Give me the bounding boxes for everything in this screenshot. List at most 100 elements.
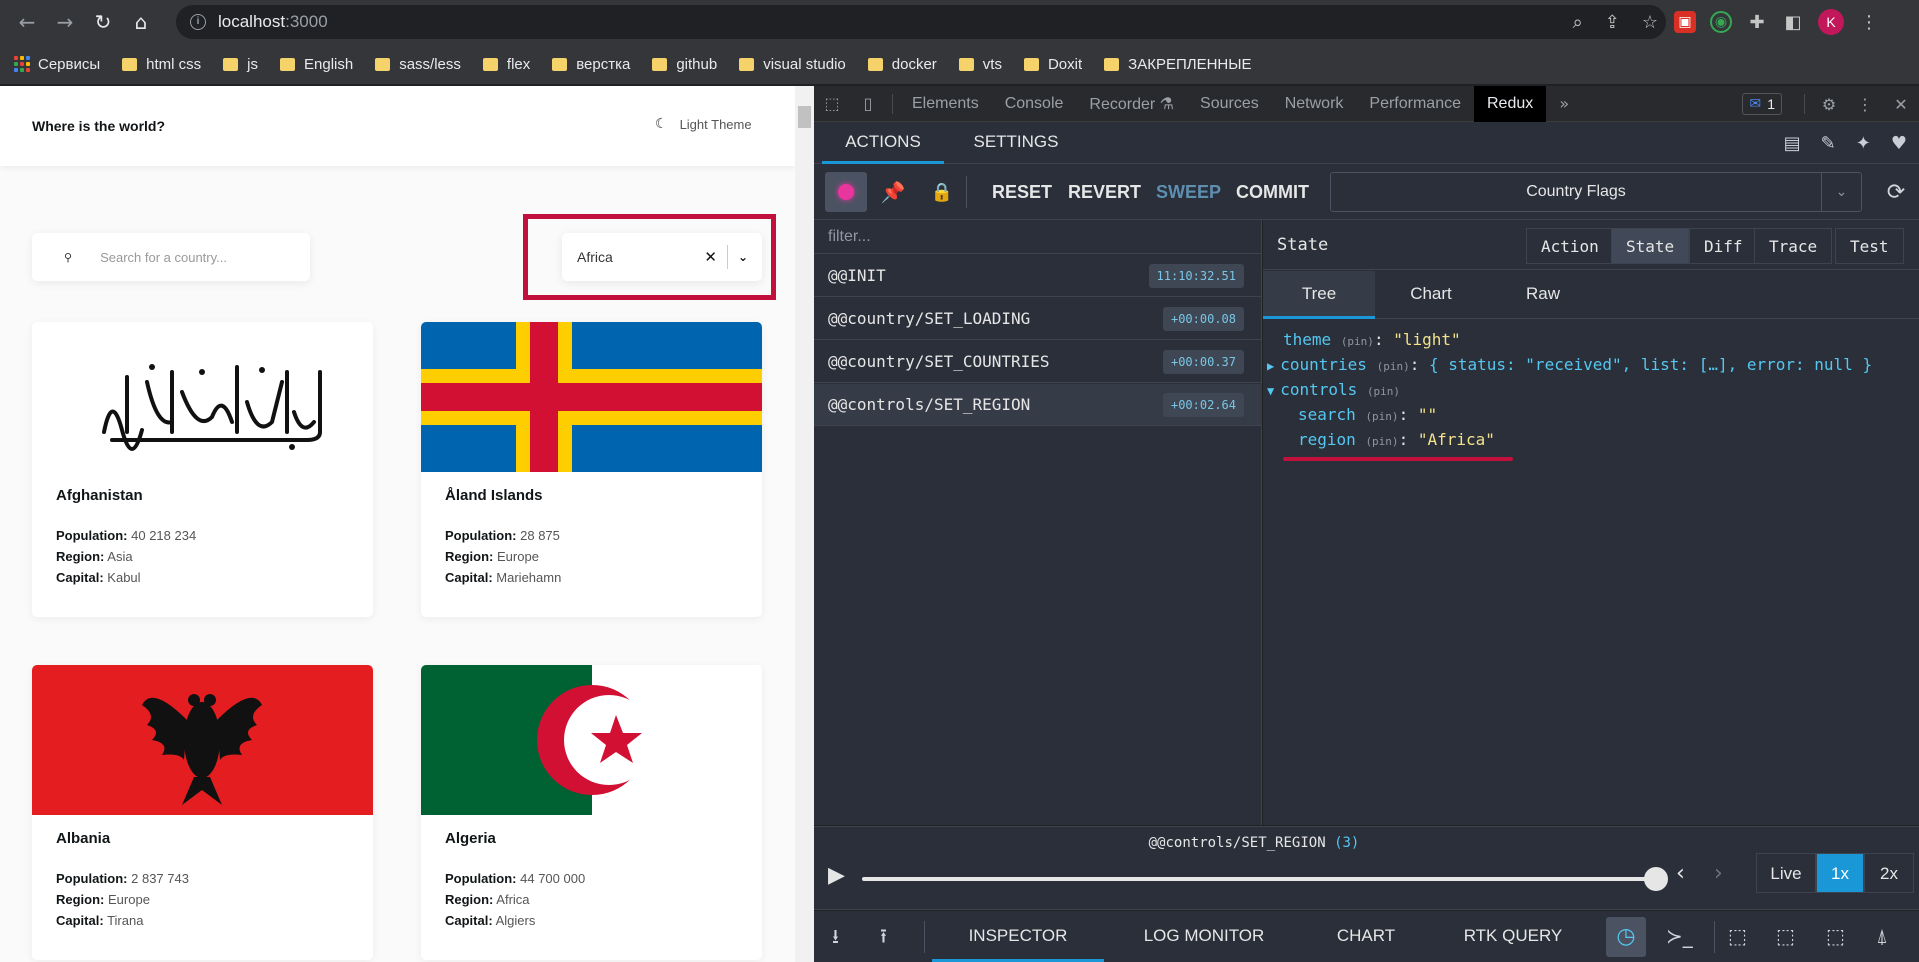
terminal-icon[interactable]: ≻_ — [1666, 911, 1693, 962]
tab-actions[interactable]: ACTIONS — [822, 122, 944, 164]
search-input[interactable] — [100, 249, 281, 265]
tree-pin[interactable]: (pin) — [1365, 410, 1398, 423]
zoom-icon[interactable]: ⌕ — [1573, 12, 1583, 33]
country-search[interactable]: ⚲ — [32, 233, 310, 281]
sync-icon[interactable]: ⟳ — [1876, 172, 1916, 212]
twitter-icon[interactable]: ✦ — [1856, 133, 1871, 154]
tab-rtk-query[interactable]: RTK QUERY — [1428, 911, 1598, 962]
url-text[interactable]: localhost:3000 — [218, 12, 328, 32]
feedback-icon[interactable]: ✎ — [1821, 133, 1836, 154]
speed-1x[interactable]: 1x — [1816, 853, 1864, 893]
extensions-puzzle-icon[interactable]: ✚ — [1746, 11, 1768, 33]
tree-row-countries[interactable]: ▶ countries (pin): { status: "received", … — [1267, 355, 1872, 374]
action-item[interactable]: @@country/SET_COUNTRIES +00:00.37 — [814, 341, 1262, 383]
tree-row-search[interactable]: search (pin): "" — [1298, 405, 1437, 424]
bookmark-folder[interactable]: верстка — [552, 56, 630, 73]
tab-recorder[interactable]: Recorder ⚗ — [1076, 86, 1187, 122]
tab-trace[interactable]: Trace — [1754, 228, 1833, 264]
tab-log-monitor[interactable]: LOG MONITOR — [1104, 911, 1304, 962]
home-icon[interactable]: ⌂ — [126, 7, 156, 37]
profile-avatar[interactable]: K — [1818, 9, 1844, 35]
action-item-selected[interactable]: @@controls/SET_REGION +00:02.64 — [814, 384, 1262, 426]
bookmark-folder[interactable]: ЗАКРЕПЛЕННЫЕ — [1104, 56, 1252, 73]
more-options-icon[interactable]: ⋮ — [1847, 86, 1883, 122]
tree-pin[interactable]: (pin) — [1367, 385, 1400, 398]
app-title[interactable]: Where is the world? — [32, 118, 165, 134]
tab-inspector[interactable]: INSPECTOR — [932, 911, 1104, 962]
step-back-icon[interactable]: ‹ — [1676, 861, 1685, 886]
tree-row-controls[interactable]: ▼ controls (pin) — [1267, 380, 1400, 399]
tab-redux[interactable]: Redux — [1474, 86, 1547, 122]
collapse-arrow-icon[interactable]: ▼ — [1267, 384, 1274, 398]
tree-row-theme[interactable]: theme (pin): "light" — [1283, 330, 1461, 349]
tab-raw[interactable]: Raw — [1487, 271, 1599, 319]
tab-state[interactable]: State — [1611, 228, 1690, 264]
chevron-down-icon[interactable]: ⌄ — [1821, 173, 1861, 211]
address-bar[interactable]: i localhost:3000 ⌕ ⇪ ☆ — [176, 5, 1666, 39]
instance-select[interactable]: Country Flags ⌄ — [1330, 172, 1862, 212]
issues-badge[interactable]: ✉ 1 — [1742, 93, 1782, 115]
side-panel-icon[interactable]: ◧ — [1782, 11, 1804, 33]
site-info-icon[interactable]: i — [190, 14, 206, 30]
tree-pin[interactable]: (pin) — [1377, 360, 1410, 373]
bookmark-folder[interactable]: vts — [958, 56, 1002, 73]
tab-network[interactable]: Network — [1272, 86, 1357, 122]
bookmark-folder[interactable]: github — [652, 56, 717, 73]
more-menu-icon[interactable]: ⋮ — [1858, 11, 1880, 33]
tab-chart[interactable]: Chart — [1375, 271, 1487, 319]
tab-chart-monitor[interactable]: CHART — [1304, 911, 1428, 962]
tab-test[interactable]: Test — [1835, 228, 1904, 264]
import-icon[interactable]: ⭳ — [832, 911, 839, 962]
bookmark-folder[interactable]: visual studio — [739, 56, 846, 73]
action-item[interactable]: @@country/SET_LOADING +00:00.08 — [814, 298, 1262, 340]
close-icon[interactable]: ✕ — [1883, 86, 1919, 122]
bookmark-folder[interactable]: flex — [482, 56, 530, 73]
country-card[interactable]: Åland Islands Population: 28 875 Region:… — [421, 322, 762, 617]
expand-arrow-icon[interactable]: ▶ — [1267, 359, 1274, 373]
share-icon[interactable]: ⇪ — [1605, 12, 1620, 33]
speed-2x[interactable]: 2x — [1864, 853, 1914, 893]
slider-track[interactable] — [862, 877, 1656, 881]
region-select[interactable]: Africa ✕ ⌄ — [562, 233, 762, 281]
forward-icon[interactable]: → — [50, 7, 80, 37]
tab-elements[interactable]: Elements — [899, 86, 992, 122]
tree-row-region[interactable]: region (pin): "Africa" — [1298, 430, 1495, 449]
settings-gear-icon[interactable]: ⚙ — [1811, 86, 1847, 122]
heart-icon[interactable]: ♥ — [1891, 133, 1907, 154]
bookmark-folder[interactable]: js — [223, 56, 258, 73]
dock-right-icon[interactable]: ⬚ — [1776, 911, 1795, 962]
tab-tree[interactable]: Tree — [1263, 271, 1375, 319]
back-icon[interactable]: ← — [12, 7, 42, 37]
bookmark-apps[interactable]: Сервисы — [14, 56, 100, 73]
extension-icon[interactable]: ▣ — [1674, 11, 1696, 33]
play-icon[interactable]: ▶ — [828, 863, 845, 888]
revert-button[interactable]: REVERT — [1068, 172, 1141, 212]
speed-live[interactable]: Live — [1756, 853, 1816, 893]
tab-diff[interactable]: Diff — [1689, 228, 1758, 264]
country-card[interactable]: Albania Population: 2 837 743 Region: Eu… — [32, 665, 373, 960]
tree-pin[interactable]: (pin) — [1365, 435, 1398, 448]
star-icon[interactable]: ☆ — [1642, 12, 1658, 33]
inspect-element-icon[interactable]: ⬚ — [814, 86, 850, 122]
bookmark-folder[interactable]: Doxit — [1023, 56, 1082, 73]
dock-bottom-icon[interactable]: ⬚ — [1826, 911, 1845, 962]
reset-button[interactable]: RESET — [992, 172, 1052, 212]
chevron-down-icon[interactable]: ⌄ — [738, 250, 748, 264]
page-scrollbar[interactable] — [795, 86, 814, 962]
sweep-button[interactable]: SWEEP — [1156, 172, 1221, 212]
lock-icon[interactable]: 🔒 — [922, 172, 962, 212]
tab-console[interactable]: Console — [992, 86, 1077, 122]
clear-icon[interactable]: ✕ — [704, 248, 717, 266]
filter-input[interactable]: filter... — [814, 220, 1262, 254]
tree-pin[interactable]: (pin) — [1341, 335, 1374, 348]
more-tabs-icon[interactable]: » — [1546, 86, 1582, 122]
remote-antenna-icon[interactable]: ⍋ — [1876, 911, 1888, 962]
action-item[interactable]: @@INIT 11:10:32.51 — [814, 255, 1262, 297]
extension-icon[interactable]: ◉ — [1710, 11, 1732, 33]
step-forward-icon[interactable]: › — [1714, 861, 1723, 886]
country-card[interactable]: Algeria Population: 44 700 000 Region: A… — [421, 665, 762, 960]
commit-button[interactable]: COMMIT — [1236, 172, 1309, 212]
scrollbar-thumb[interactable] — [798, 106, 811, 128]
docs-book-icon[interactable]: ▤ — [1784, 133, 1801, 154]
export-icon[interactable]: ⭱ — [880, 911, 887, 962]
